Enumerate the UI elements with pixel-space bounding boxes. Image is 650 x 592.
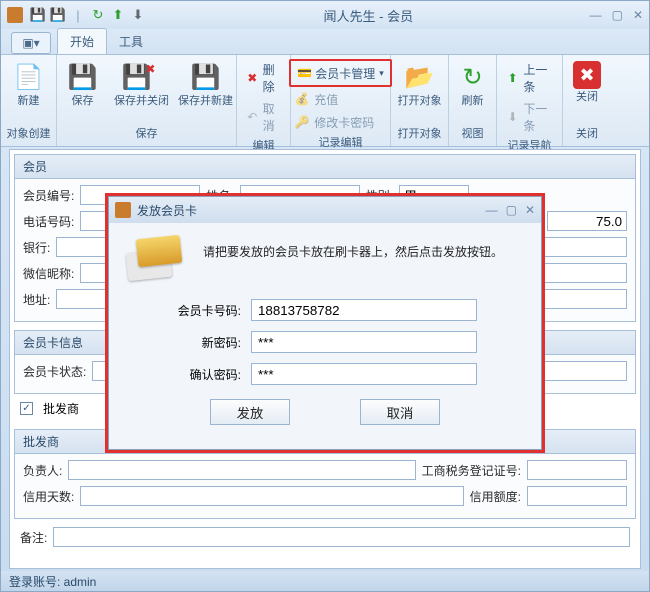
qat-refresh-icon[interactable]: ↻ (89, 6, 107, 24)
window-buttons: — ▢ ✕ (590, 8, 643, 22)
tab-tools[interactable]: 工具 (107, 29, 155, 54)
dialog-cancel-button[interactable]: 取消 (360, 399, 440, 425)
qat-saveclose-icon[interactable]: 💾 (49, 6, 67, 24)
member-id-label: 会员编号: (23, 187, 74, 204)
dialog-icon (115, 202, 131, 218)
save-close-button[interactable]: 💾✖保存并关闭 (111, 59, 173, 124)
dialog-close-icon[interactable]: ✕ (525, 203, 535, 217)
close-icon[interactable]: ✕ (633, 8, 643, 22)
dialog-title: 发放会员卡 (137, 202, 486, 219)
window-title: 闻人先生 - 会员 (147, 6, 590, 25)
manager-field[interactable] (68, 460, 415, 480)
newpwd-label: 新密码: (127, 334, 251, 351)
login-status: 登录账号: admin (9, 575, 96, 589)
confirmpwd-field[interactable] (251, 363, 477, 385)
remark-label: 备注: (20, 529, 47, 546)
phone-label: 电话号码: (23, 213, 74, 230)
card-icon (127, 237, 185, 283)
main-window: 💾 💾 | ↻ ⬆ ⬇ 闻人先生 - 会员 — ▢ ✕ ▣▾ 开始 工具 📄新建… (0, 0, 650, 592)
card-status-label: 会员卡状态: (23, 363, 86, 380)
credit-limit-field[interactable] (527, 486, 627, 506)
qat-save-icon[interactable]: 💾 (29, 6, 47, 24)
refresh-button[interactable]: ↻刷新 (447, 59, 499, 124)
card-manage-highlight: 💳会员卡管理▾ (289, 59, 392, 87)
confirmpwd-label: 确认密码: (127, 366, 251, 383)
group-open-label: 打开对象 (398, 124, 442, 142)
member-group-header[interactable]: 会员 (15, 155, 635, 179)
dialog-titlebar: 发放会员卡 — ▢ ✕ (109, 197, 541, 223)
group-view-label: 视图 (462, 124, 484, 142)
card-manage-button[interactable]: 💳会员卡管理▾ (291, 61, 390, 85)
chevron-down-icon: ▾ (379, 68, 384, 79)
tab-start[interactable]: 开始 (57, 28, 107, 54)
recharge-button[interactable]: 💰充值 (289, 88, 392, 110)
credit-limit-label: 信用额度: (470, 488, 521, 505)
manager-label: 负责人: (23, 462, 62, 479)
close-button[interactable]: ✖关闭 (561, 59, 613, 124)
next-record-button[interactable]: ⬇下一条 (501, 98, 558, 136)
balance-field[interactable] (547, 211, 627, 231)
address-label: 地址: (23, 291, 50, 308)
issue-card-dialog: 发放会员卡 — ▢ ✕ 请把要发放的会员卡放在刷卡器上，然后点击发放按钮。 会员… (108, 196, 542, 450)
save-new-button[interactable]: 💾保存并新建 (175, 59, 237, 124)
newpwd-field[interactable] (251, 331, 477, 353)
quick-access-toolbar: 💾 💾 | ↻ ⬆ ⬇ (29, 6, 147, 24)
ribbon-tabbar: ▣▾ 开始 工具 (1, 29, 649, 55)
dialog-minimize-icon[interactable]: — (486, 203, 498, 217)
cancel-button[interactable]: ↶取消 (241, 98, 286, 136)
qat-down-icon[interactable]: ⬇ (129, 6, 147, 24)
group-close-label: 关闭 (576, 124, 598, 142)
delete-button[interactable]: ✖删除 (241, 59, 286, 97)
titlebar: 💾 💾 | ↻ ⬆ ⬇ 闻人先生 - 会员 — ▢ ✕ (1, 1, 649, 29)
app-menu-button[interactable]: ▣▾ (11, 32, 51, 54)
dialog-message: 请把要发放的会员卡放在刷卡器上，然后点击发放按钮。 (203, 237, 503, 260)
maximize-icon[interactable]: ▢ (612, 8, 623, 22)
group-create-label: 对象创建 (7, 124, 51, 142)
wechat-label: 微信昵称: (23, 265, 74, 282)
taxreg-field[interactable] (527, 460, 627, 480)
credit-days-label: 信用天数: (23, 488, 74, 505)
qat-up-icon[interactable]: ⬆ (109, 6, 127, 24)
bank-label: 银行: (23, 239, 50, 256)
issue-card-dialog-highlight: 发放会员卡 — ▢ ✕ 请把要发放的会员卡放在刷卡器上，然后点击发放按钮。 会员… (105, 193, 545, 453)
dialog-maximize-icon[interactable]: ▢ (506, 203, 517, 217)
ribbon: 📄新建 对象创建 💾保存 💾✖保存并关闭 💾保存并新建 保存 ✖删除 ↶取消 编… (1, 55, 649, 147)
dialog-body: 请把要发放的会员卡放在刷卡器上，然后点击发放按钮。 会员卡号码: 新密码: 确认… (109, 223, 541, 449)
new-button[interactable]: 📄新建 (3, 59, 55, 124)
group-save-label: 保存 (136, 124, 158, 142)
change-password-button[interactable]: 🔑修改卡密码 (289, 111, 392, 133)
remark-field[interactable] (53, 527, 630, 547)
minimize-icon[interactable]: — (590, 8, 602, 22)
issue-button[interactable]: 发放 (210, 399, 290, 425)
wholesaler-check-label: 批发商 (43, 400, 79, 417)
qat-sep: | (69, 6, 87, 24)
wholesaler-checkbox[interactable]: ✓ (20, 402, 33, 415)
card-no-label: 会员卡号码: (127, 302, 251, 319)
save-button[interactable]: 💾保存 (57, 59, 109, 124)
credit-days-field[interactable] (80, 486, 463, 506)
taxreg-label: 工商税务登记证号: (422, 462, 521, 479)
open-object-button[interactable]: 📂打开对象 (394, 59, 446, 124)
app-icon (7, 7, 23, 23)
statusbar: 登录账号: admin (1, 571, 649, 591)
prev-record-button[interactable]: ⬆上一条 (501, 59, 558, 97)
card-no-field[interactable] (251, 299, 477, 321)
